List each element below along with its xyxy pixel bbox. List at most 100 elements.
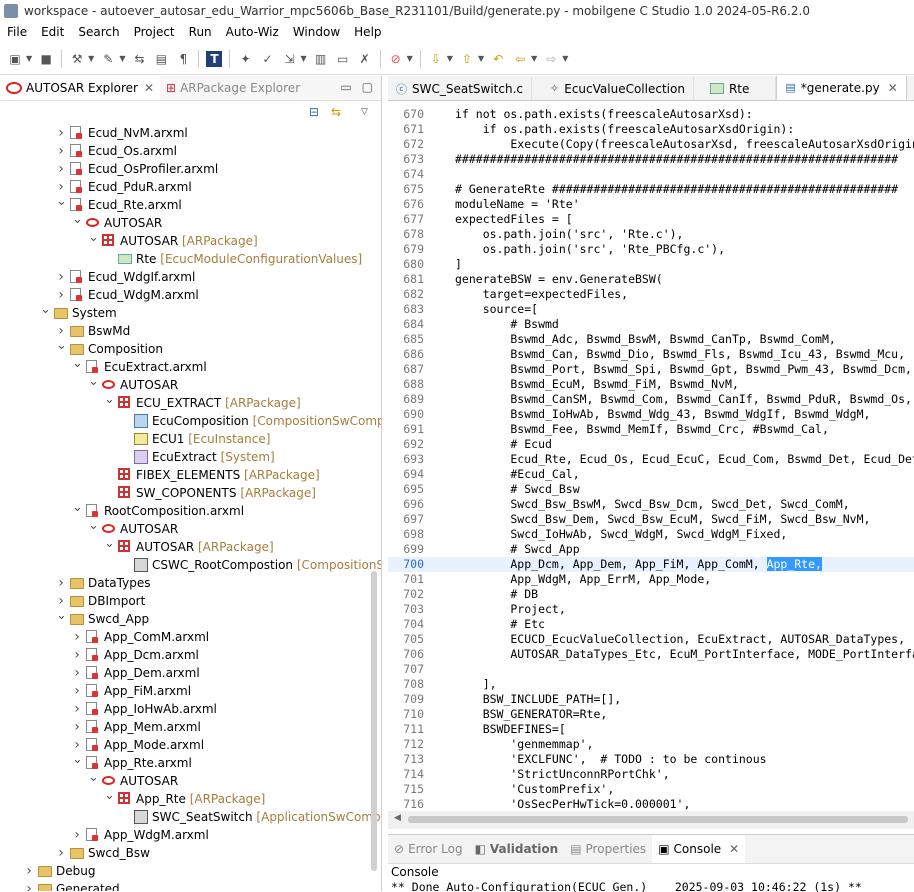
chevron-down-icon[interactable]: ⌄ [56,337,67,355]
code-line[interactable]: 678 os.path.join('src', 'Rte.c'), [388,227,914,242]
tab-validation[interactable]: ◧ Validation [469,835,565,863]
tab-ecucvaluecollection[interactable]: ✧ EcucValueCollection [532,77,694,100]
tree-item[interactable]: › Ecud_WdgM.arxml [0,286,381,304]
code-line[interactable]: 703 Project, [388,602,914,617]
tree-item[interactable]: › App_Mode.arxml [0,736,381,754]
chevron-right-icon[interactable]: › [56,286,66,304]
chevron-right-icon[interactable]: › [72,826,82,844]
code-line[interactable]: 688 Bswmd_EcuM, Bswmd_FiM, Bswmd_NvM, [388,377,914,392]
tab-console[interactable]: ▣ Console ✕ [652,835,746,863]
tree-item[interactable]: ⌄ Ecud_Rte.arxml [0,193,381,214]
validate-icon[interactable]: ✓ [259,51,275,67]
forward-icon[interactable]: ⇨ [543,51,559,67]
chevron-right-icon[interactable]: › [72,646,82,664]
chevron-right-icon[interactable]: › [72,628,82,646]
tree-item[interactable]: ⌄ Swcd_App [0,608,381,628]
code-line[interactable]: 675 # GenerateRte #######################… [388,182,914,197]
chevron-down-icon[interactable]: ⌄ [88,373,99,391]
code-line[interactable]: 698 Swcd_IoHwAb, Swcd_WdgM, Swcd_WdgM_Fi… [388,527,914,542]
chevron-down-icon[interactable]: ▼ [300,54,306,63]
chevron-down-icon[interactable]: ⌄ [104,535,115,553]
rectangle-icon[interactable]: ▭ [335,51,351,67]
chevron-down-icon[interactable]: ▼ [531,54,537,63]
tree-item[interactable]: ⌄ EcuExtract.arxml [0,355,381,376]
tree-item[interactable]: EcuExtract [System] [0,448,381,466]
code-line[interactable]: 686 Bswmd_Can, Bswmd_Dio, Bswmd_Fls, Bsw… [388,347,914,362]
code-line[interactable]: 687 Bswmd_Port, Bswmd_Spi, Bswmd_Gpt, Bs… [388,362,914,377]
tree-item[interactable]: EcuComposition [CompositionSwComponentTy… [0,412,381,430]
chevron-right-icon[interactable]: › [72,718,82,736]
warning-icon[interactable]: ⊘ [388,51,404,67]
code-line[interactable]: 690 Bswmd_IoHwAb, Bswmd_Wdg_43, Bswmd_Wd… [388,407,914,422]
code-line[interactable]: 709 BSW_INCLUDE_PATH=[], [388,692,914,707]
chevron-down-icon[interactable]: ⌄ [40,301,51,319]
chevron-down-icon[interactable]: ⌄ [72,355,83,373]
code-line[interactable]: 673 #####################################… [388,152,914,167]
code-line[interactable]: 711 BSWDEFINES=[ [388,722,914,737]
scrollbar-thumb[interactable] [408,816,908,823]
code-line[interactable]: 714 'StrictUnconnRPortChk', [388,767,914,782]
tree-item[interactable]: › Ecud_Os.arxml [0,142,381,160]
chevron-down-icon[interactable]: ▼ [447,54,453,63]
tree-item[interactable]: ⌄ AUTOSAR [0,769,381,790]
chevron-down-icon[interactable]: ⌄ [88,517,99,535]
close-icon[interactable]: ✕ [729,842,739,856]
chevron-right-icon[interactable]: › [56,574,66,592]
link-with-editor-icon[interactable]: ⇆ [331,105,341,119]
chevron-down-icon[interactable]: ▼ [562,54,568,63]
tab-autosar-explorer[interactable]: AUTOSAR Explorer ✕ [0,76,160,100]
explorer-scrollbar[interactable] [371,571,377,871]
code-line[interactable]: 694 #Ecud_Cal, [388,467,914,482]
scroll-left-icon[interactable]: ◀ [394,813,401,823]
code-line[interactable]: 705 ECUCD_EcucValueCollection, EcuExtrac… [388,632,914,647]
tree-item[interactable]: ⌄ AUTOSAR [0,517,381,538]
compare-icon[interactable]: ⇆ [131,51,147,67]
code-line[interactable]: 681 generateBSW = env.GenerateBSW( [388,272,914,287]
chevron-down-icon[interactable]: ▼ [119,54,125,63]
chevron-down-icon[interactable]: ⌄ [56,193,67,211]
tree-item[interactable]: ECU1 [EcuInstance] [0,430,381,448]
code-line[interactable]: 674 [388,167,914,182]
code-line[interactable]: 692 # Ecud [388,437,914,452]
code-line[interactable]: 715 'CustomPrefix', [388,782,914,797]
code-line[interactable]: 693 Ecud_Rte, Ecud_Os, Ecud_EcuC, Ecud_C… [388,452,914,467]
code-line[interactable]: 710 BSW_GENERATOR=Rte, [388,707,914,722]
code-line[interactable]: 701 App_WdgM, App_ErrM, App_Mode, [388,572,914,587]
tree-item[interactable]: ⌄ ECU_EXTRACT [ARPackage] [0,391,381,412]
code-line[interactable]: 685 Bswmd_Adc, Bswmd_BswM, Bswmd_CanTp, … [388,332,914,347]
export-icon[interactable]: ⇲ [281,51,297,67]
last-edit-icon[interactable]: ↶ [490,51,506,67]
maximize-icon[interactable]: ▢ [362,80,373,94]
pilcrow-icon[interactable]: ¶ [175,51,191,67]
star-icon[interactable]: ✦ [237,51,253,67]
tree-item[interactable]: › Ecud_NvM.arxml [0,124,381,142]
chevron-down-icon[interactable]: ⌄ [104,391,115,409]
tab-swc-seatswitch-c[interactable]: ⓒ SWC_SeatSwitch.c [388,77,533,100]
editor-horizontal-scrollbar[interactable]: ◀ [388,811,914,829]
build-hammer-icon[interactable]: ⚒ [69,51,85,67]
tree-item[interactable]: › DataTypes [0,574,381,592]
code-line[interactable]: 682 target=expectedFiles, [388,287,914,302]
code-line[interactable]: 671 if os.path.exists(freescaleAutosarXs… [388,122,914,137]
close-icon[interactable]: ✕ [144,81,154,95]
code-line[interactable]: 680] [388,257,914,272]
chevron-down-icon[interactable]: ⌄ [88,769,99,787]
tab-generate-py[interactable]: ▤ *generate.py ✕ [776,76,907,100]
minimize-icon[interactable]: ▭ [340,80,351,94]
tree-item[interactable]: SW_COPONENTS [ARPackage] [0,484,381,502]
chevron-down-icon[interactable]: ⌄ [104,787,115,805]
tab-rte[interactable]: Rte [694,77,777,100]
code-line[interactable]: 700 App_Dcm, App_Dem, App_FiM, App_ComM,… [388,557,914,572]
tree-item[interactable]: ⌄ AUTOSAR [ARPackage] [0,230,381,250]
code-line[interactable]: 670 if not os.path.exists(freescaleAutosa… [388,107,914,122]
next-annotation-icon[interactable]: ⇩ [428,51,444,67]
new-icon[interactable]: ▣ [7,51,23,67]
chevron-right-icon[interactable]: › [72,682,82,700]
tree-item[interactable]: › Ecud_OsProfiler.arxml [0,160,381,178]
tree-item[interactable]: › App_Mem.arxml [0,718,381,736]
chevron-down-icon[interactable]: ⌄ [72,211,83,229]
code-line[interactable]: 706 AUTOSAR_DataTypes_Etc, EcuM_PortInte… [388,647,914,662]
menu-search[interactable]: Search [71,25,126,39]
tree-item[interactable]: ⌄ AUTOSAR [0,211,381,232]
chevron-down-icon[interactable]: ⌄ [72,499,83,517]
